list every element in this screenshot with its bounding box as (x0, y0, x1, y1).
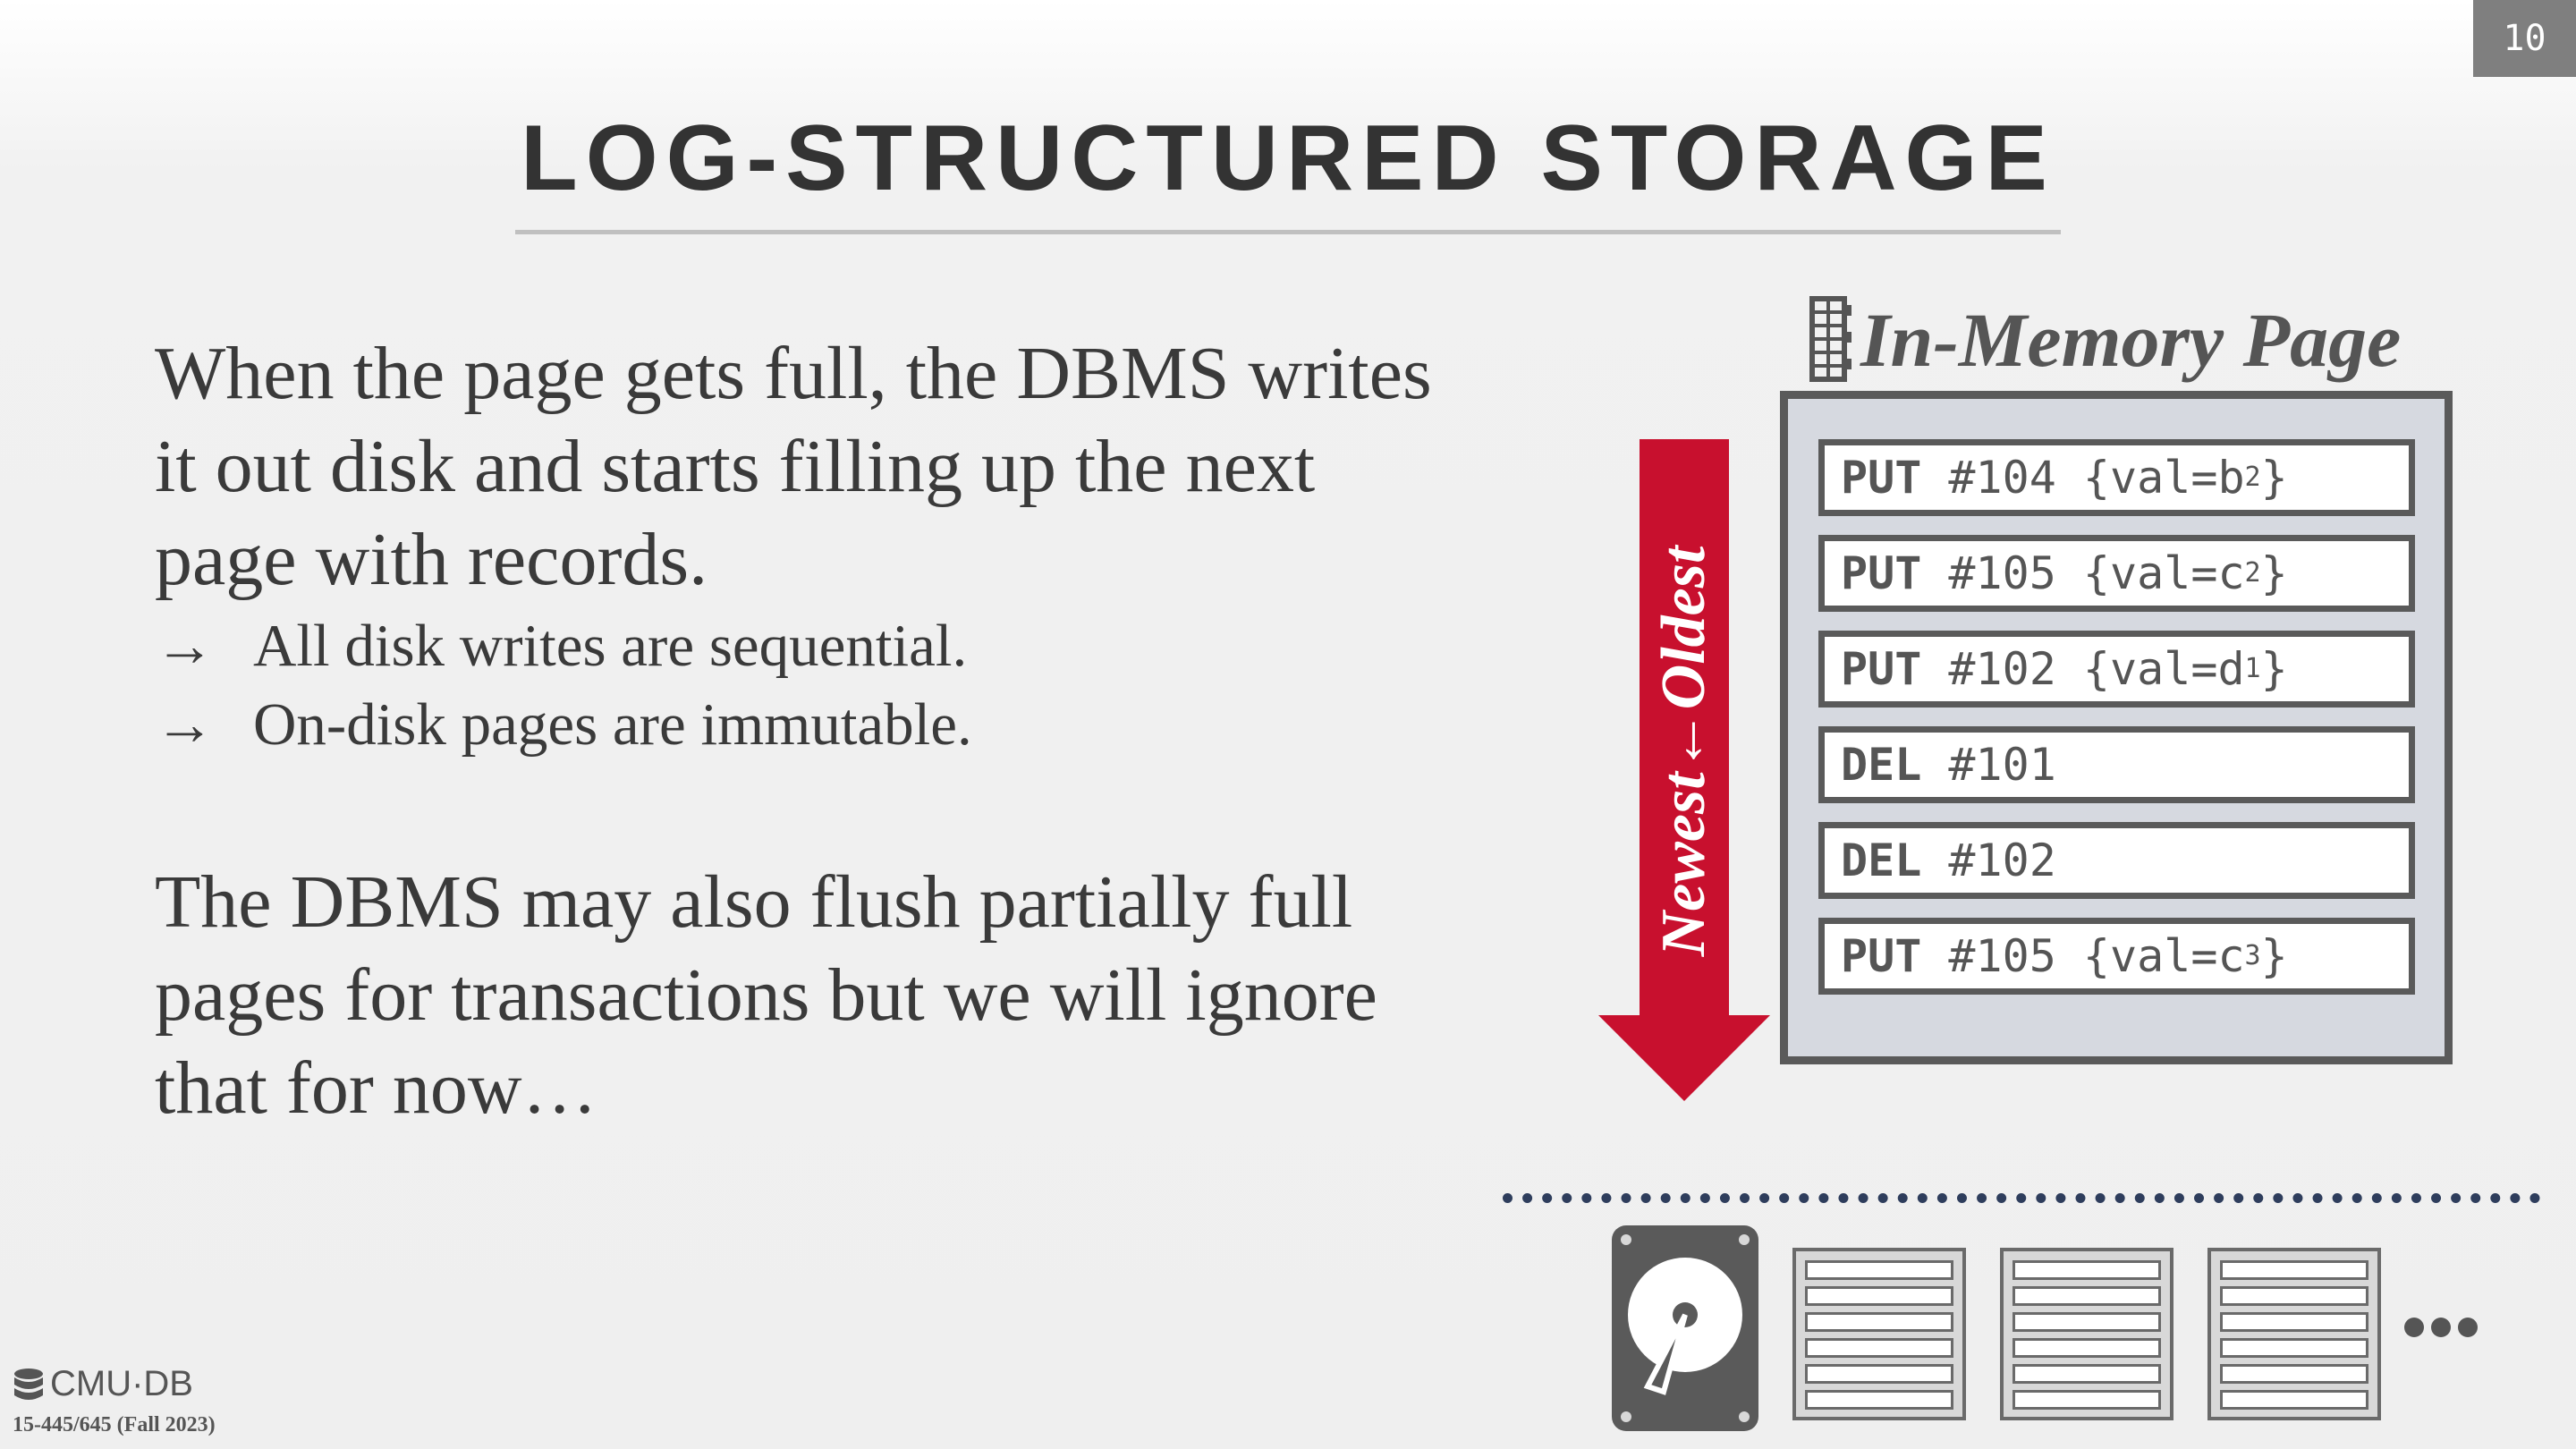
log-record: PUT #105 {val=c 3} (1818, 918, 2415, 995)
course-label: 15-445/645 (Fall 2023) (13, 1413, 216, 1436)
disk-page (2000, 1248, 2174, 1420)
database-icon (14, 1368, 43, 1400)
order-arrow-head (1598, 1015, 1770, 1101)
log-record: DEL #102 (1818, 822, 2415, 899)
bullet-1: → All disk writes are sequential. (155, 606, 1461, 685)
slide-title: LOG-STRUCTURED STORAGE (521, 106, 2055, 210)
log-record: PUT #104 {val=b 2} (1818, 439, 2415, 516)
ellipsis-icon (2404, 1318, 2478, 1337)
log-record: DEL #101 (1818, 726, 2415, 803)
memory-disk-divider (1503, 1193, 2540, 1203)
disk-page (2207, 1248, 2381, 1420)
bullet-text: All disk writes are sequential. (253, 613, 968, 679)
hard-drive-icon (1612, 1225, 1758, 1431)
logo-text: CMU·DB (50, 1364, 193, 1403)
slide-number: 10 (2473, 0, 2576, 77)
disk-page (1792, 1248, 1966, 1420)
text-block-2: The DBMS may also flush partially full p… (155, 856, 1461, 1135)
log-record: PUT #102 {val=d 1} (1818, 631, 2415, 708)
memory-chip-icon (1809, 296, 1852, 382)
paragraph-1: When the page gets full, the DBMS writes… (155, 332, 1432, 601)
bullet-arrow: → (155, 691, 215, 758)
bullet-text: On-disk pages are immutable. (253, 691, 972, 758)
order-arrow-label: Newest←Oldest (1649, 546, 1718, 957)
text-block-1: When the page gets full, the DBMS writes… (155, 327, 1461, 764)
title-underline (515, 230, 2061, 234)
bullet-2: → On-disk pages are immutable. (155, 685, 1461, 764)
cmu-db-logo: CMU·DB (13, 1364, 193, 1404)
bullet-arrow: → (155, 613, 215, 679)
paragraph-2: The DBMS may also flush partially full p… (155, 860, 1377, 1130)
memory-page-title: In-Memory Page (1860, 297, 2402, 383)
log-record: PUT #105 {val=c 2} (1818, 535, 2415, 612)
